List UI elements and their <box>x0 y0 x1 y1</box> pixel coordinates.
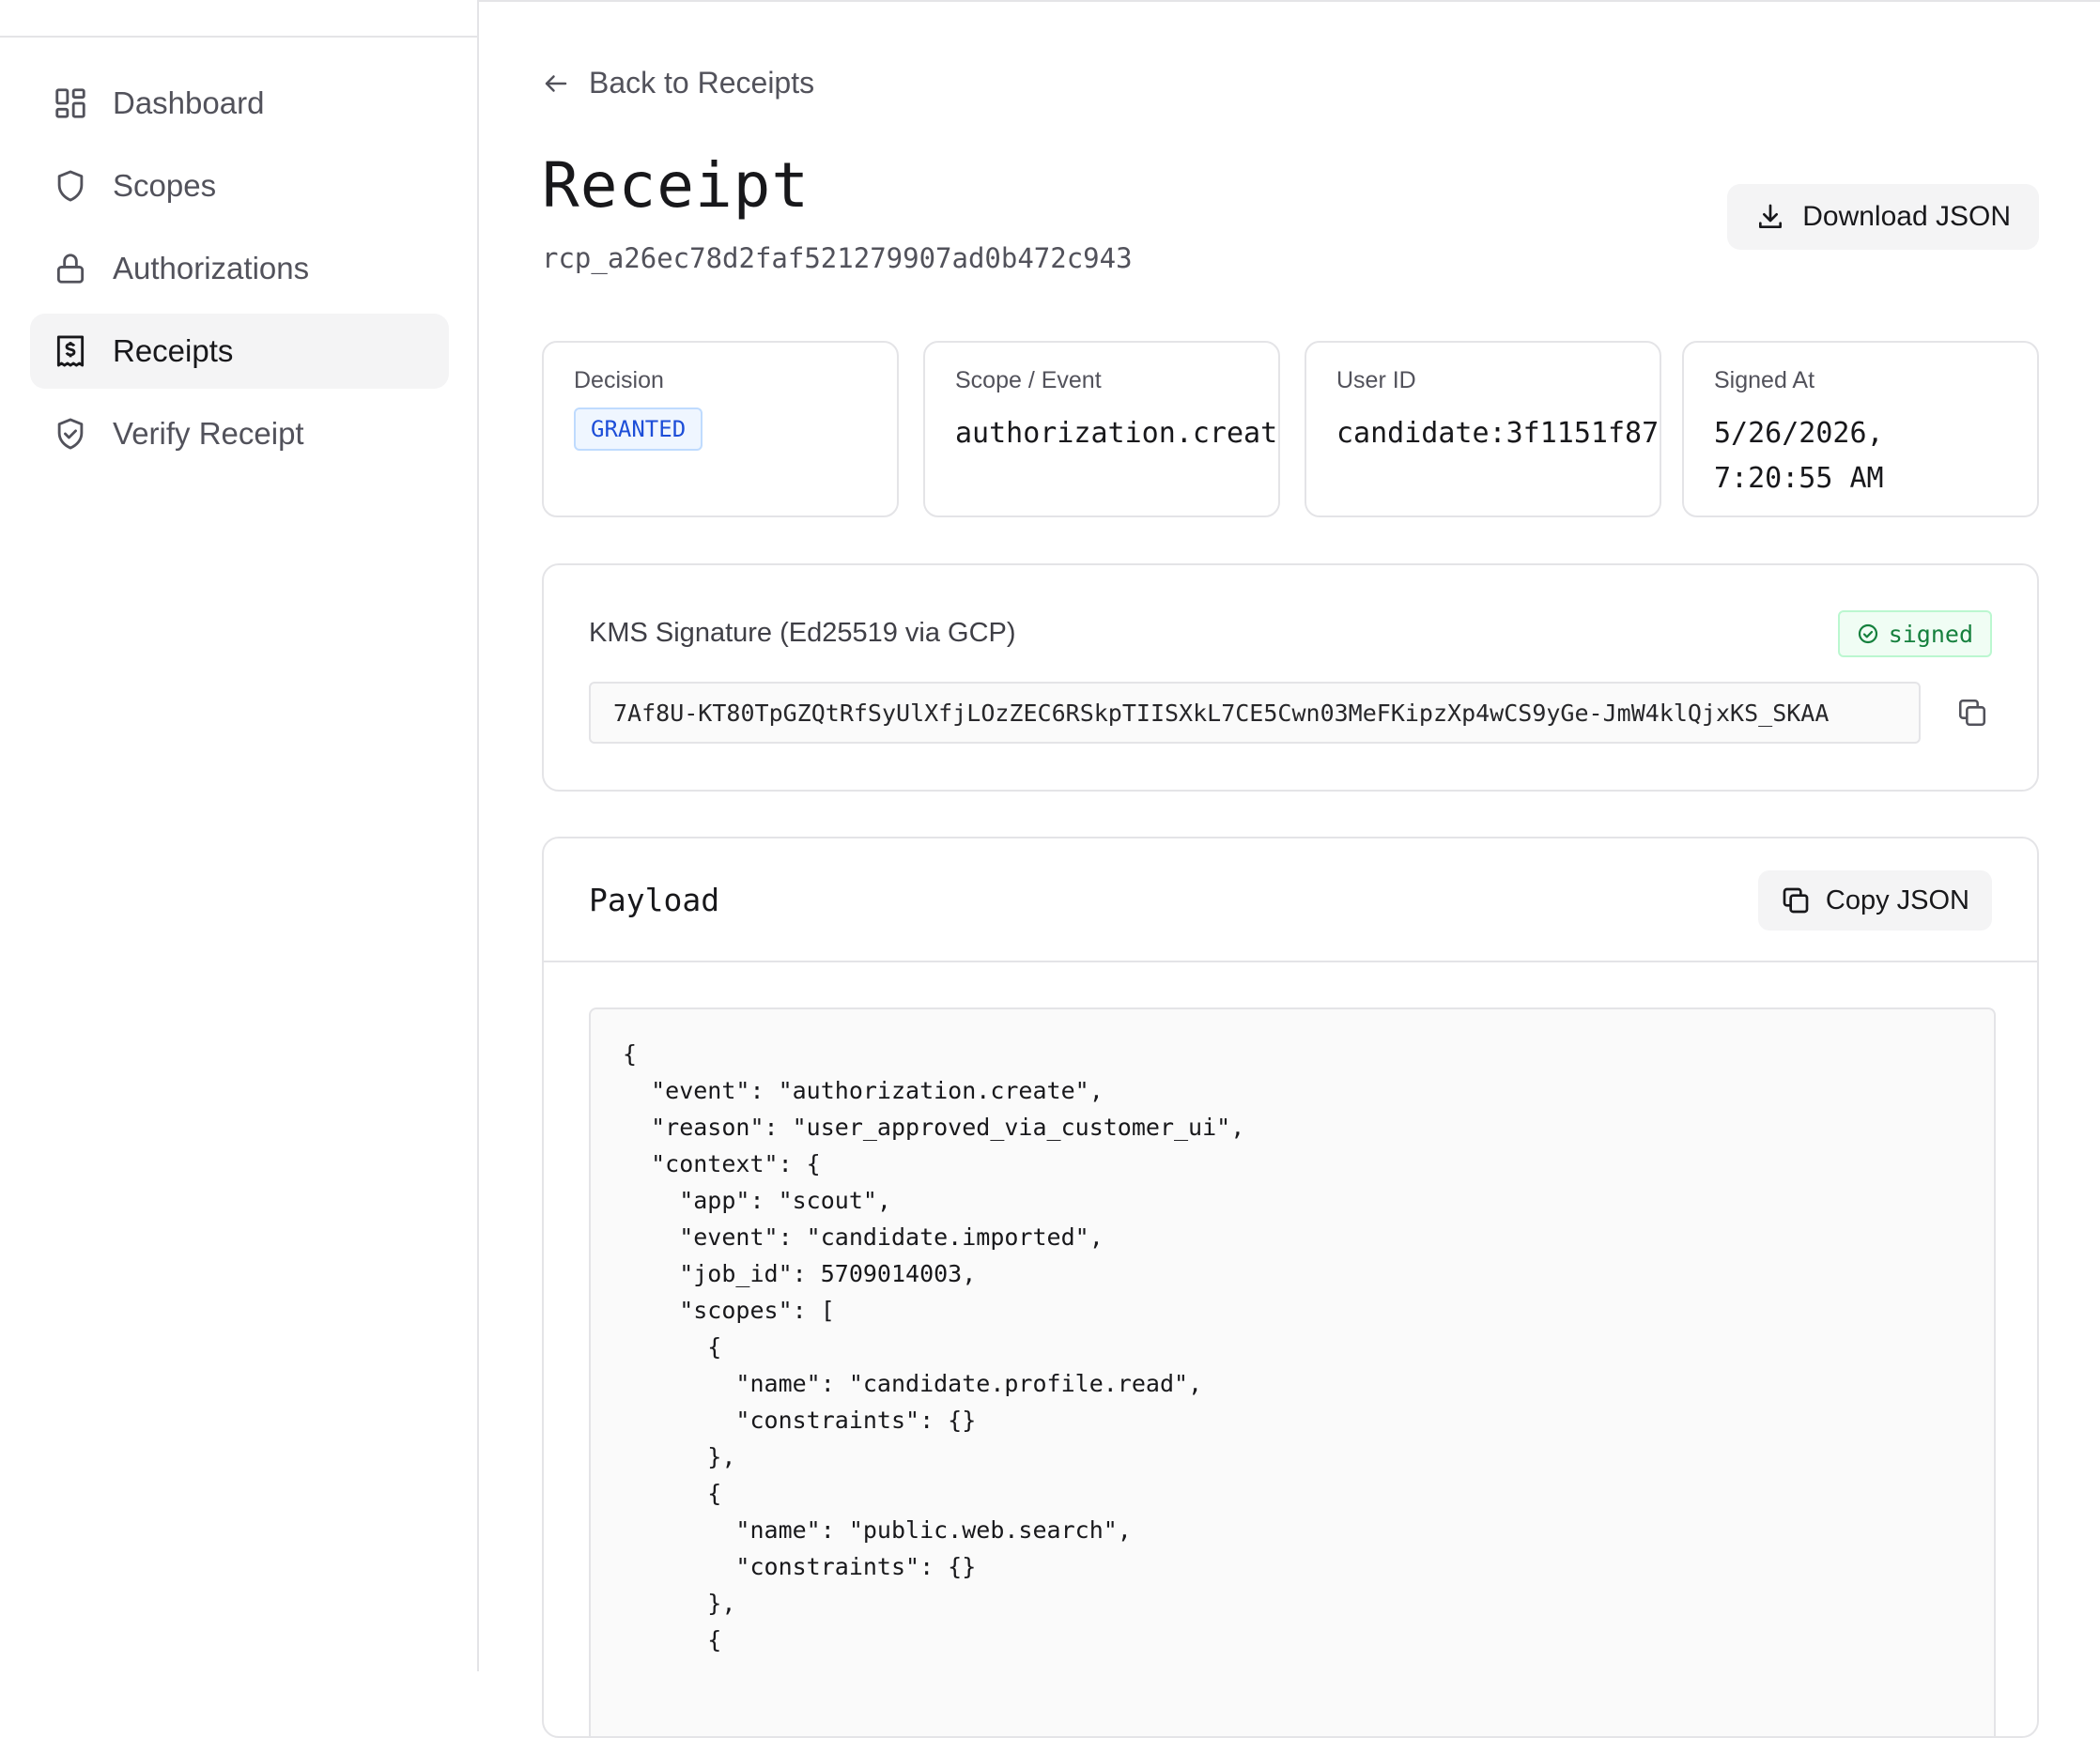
page-title: Receipt <box>542 149 811 222</box>
payload-header: Payload Copy JSON <box>544 838 2037 962</box>
sidebar-nav: Dashboard Scopes Authorizations Receipts… <box>30 66 449 479</box>
copy-icon <box>1783 887 1809 914</box>
decision-card: Decision GRANTED <box>542 341 899 517</box>
scope-label: Scope / Event <box>955 367 1102 393</box>
code-line: "reason": "user_approved_via_customer_ui… <box>623 1114 1245 1141</box>
code-line: "constraints": {} <box>623 1407 977 1434</box>
code-line: "job_id": 5709014003, <box>623 1260 977 1287</box>
decision-badge: GRANTED <box>574 408 703 451</box>
user-id-card: User ID candidate:3f1151f87acc <box>1305 341 1661 517</box>
code-line: "scopes": [ <box>623 1297 835 1324</box>
arrow-left-icon <box>545 74 567 92</box>
signed-at-card: Signed At 5/26/2026, 7:20:55 AM <box>1682 341 2039 517</box>
user-id-value: candidate:3f1151f87acc <box>1336 417 1660 450</box>
signed-status-text: signed <box>1888 620 1973 648</box>
sidebar-item-scopes[interactable]: Scopes <box>30 148 449 223</box>
back-label: Back to Receipts <box>589 66 815 100</box>
top-border <box>479 0 2100 2</box>
sidebar-header <box>0 0 479 38</box>
download-json-label: Download JSON <box>1802 201 2011 232</box>
shield-icon <box>53 168 88 204</box>
check-circle-icon <box>1858 623 1877 644</box>
sidebar: Dashboard Scopes Authorizations Receipts… <box>0 0 479 1671</box>
code-line: }, <box>623 1590 736 1617</box>
signature-card: KMS Signature (Ed25519 via GCP) signed 7… <box>542 563 2039 792</box>
copy-signature-button[interactable] <box>1956 697 1990 731</box>
copy-json-button[interactable]: Copy JSON <box>1757 870 1992 931</box>
receipt-icon <box>53 333 88 369</box>
code-line: { <box>623 1333 722 1361</box>
code-line: "event": "authorization.create", <box>623 1077 1104 1104</box>
back-to-receipts-link[interactable]: Back to Receipts <box>542 66 814 100</box>
code-line: "constraints": {} <box>623 1553 977 1580</box>
copy-icon <box>1958 699 1986 727</box>
payload-card: Payload Copy JSON { "event": "authorizat… <box>542 837 2039 1738</box>
download-icon <box>1759 204 1783 228</box>
user-id-label: User ID <box>1336 367 1416 393</box>
lock-icon <box>53 251 88 286</box>
signed-at-label: Signed At <box>1714 367 1815 393</box>
dashboard-icon <box>53 85 88 121</box>
payload-code-block[interactable]: { "event": "authorization.create", "reas… <box>589 1007 1996 1736</box>
signature-title: KMS Signature (Ed25519 via GCP) <box>589 618 1016 648</box>
sidebar-item-authorizations[interactable]: Authorizations <box>30 231 449 306</box>
code-line: "context": { <box>623 1150 821 1177</box>
sidebar-item-label: Dashboard <box>113 85 265 120</box>
receipt-id: rcp_a26ec78d2faf521279907ad0b472c943 <box>542 242 1133 274</box>
sidebar-item-receipts[interactable]: Receipts <box>30 314 449 389</box>
sidebar-item-label: Receipts <box>113 333 234 368</box>
signature-value-field[interactable]: 7Af8U-KT80TpGZQtRfSyUlXfjLOzZEC6RSkpTIIS… <box>589 682 1921 744</box>
sidebar-item-verify-receipt[interactable]: Verify Receipt <box>30 396 449 471</box>
signed-status-badge: signed <box>1837 610 1992 657</box>
decision-label: Decision <box>574 367 664 393</box>
sidebar-item-label: Verify Receipt <box>113 416 304 451</box>
summary-cards: Decision GRANTED Scope / Event authoriza… <box>542 341 2039 517</box>
copy-json-label: Copy JSON <box>1825 884 1969 915</box>
code-line: { <box>623 1480 722 1507</box>
download-json-button[interactable]: Download JSON <box>1727 184 2039 250</box>
sidebar-item-label: Authorizations <box>113 251 310 285</box>
scope-card: Scope / Event authorization.create <box>923 341 1280 517</box>
scope-value: authorization.create <box>955 417 1280 450</box>
sidebar-item-dashboard[interactable]: Dashboard <box>30 66 449 141</box>
signed-at-value: 5/26/2026, 7:20:55 AM <box>1714 417 1884 495</box>
code-line: "event": "candidate.imported", <box>623 1223 1104 1251</box>
payload-title: Payload <box>589 882 720 918</box>
code-line: "app": "scout", <box>623 1187 891 1214</box>
code-line: "name": "candidate.profile.read", <box>623 1370 1203 1397</box>
code-line: "name": "public.web.search", <box>623 1516 1132 1544</box>
code-line: { <box>623 1040 638 1068</box>
shield-check-icon <box>53 416 88 452</box>
code-line: { <box>623 1626 722 1653</box>
sidebar-item-label: Scopes <box>113 168 217 203</box>
code-line: }, <box>623 1443 736 1470</box>
